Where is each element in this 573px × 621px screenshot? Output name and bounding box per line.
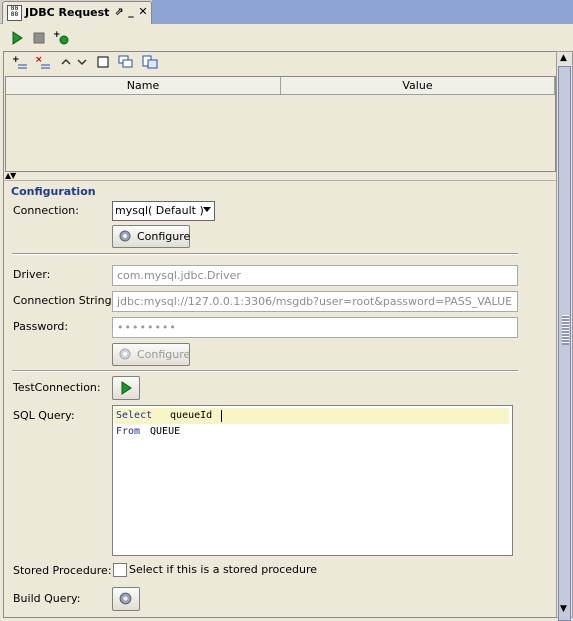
driver-field[interactable]: com.mysql.jdbc.Driver [112, 265, 518, 286]
connection-label: Connection: [13, 204, 79, 217]
pin-icon[interactable]: ⇗ [113, 5, 125, 19]
configure-disabled-label: Configure [137, 348, 191, 361]
gear-icon [119, 230, 131, 242]
stored-procedure-label: Stored Procedure: [13, 564, 112, 577]
connection-select-value: mysql( Default ) [115, 204, 204, 217]
move-down-icon[interactable] [77, 55, 87, 73]
column-header-value[interactable]: Value [281, 77, 555, 95]
minimize-icon[interactable]: _ [125, 5, 137, 19]
configure-button-label: Configure [137, 230, 191, 243]
stop-icon[interactable] [31, 30, 47, 46]
jdbc-icon: 88 88 [7, 5, 22, 21]
play-icon [121, 381, 132, 395]
params-table[interactable]: Name Value [5, 76, 556, 172]
close-icon[interactable]: ✕ [137, 5, 149, 19]
svg-text:+: + [53, 30, 61, 40]
chevron-down-icon [203, 207, 211, 212]
driver-value: com.mysql.jdbc.Driver [117, 269, 241, 282]
copy-icon[interactable] [118, 55, 134, 73]
sql-keyword-from: From [116, 426, 141, 437]
vertical-scrollbar[interactable]: ▲ ▼ [556, 51, 573, 621]
scroll-down-icon[interactable]: ▼ [560, 604, 567, 614]
configure-button[interactable]: Configure [112, 225, 190, 248]
test-connection-button[interactable] [112, 376, 140, 400]
column-header-name[interactable]: Name [6, 77, 281, 95]
build-query-label: Build Query: [13, 592, 81, 605]
tab-bar: 88 88 JDBC Request ⇗ _ ✕ [0, 0, 573, 24]
splitter-line[interactable] [3, 180, 556, 181]
main-toolbar: + [0, 24, 573, 50]
password-label: Password: [13, 320, 69, 333]
clear-icon[interactable] [96, 55, 110, 73]
sql-line1-rest: queueId [158, 410, 213, 421]
connection-string-field[interactable]: jdbc:mysql://127.0.0.1:3306/msgdb?user=r… [112, 291, 518, 312]
remove-param-icon[interactable]: × [35, 55, 51, 73]
password-field[interactable]: •••••••• [112, 317, 518, 338]
add-param-icon[interactable]: + [12, 55, 28, 73]
sql-query-label: SQL Query: [13, 409, 75, 422]
configure-disabled-button[interactable]: Configure [112, 343, 190, 366]
sql-keyword-select: Select [116, 410, 153, 421]
password-value: •••••••• [117, 321, 177, 334]
splitter-arrows-icon[interactable]: ▲▼ [5, 171, 16, 180]
test-connection-label: TestConnection: [13, 381, 101, 394]
stored-procedure-checkbox-label[interactable]: Select if this is a stored procedure [129, 563, 317, 576]
paste-icon[interactable] [142, 55, 158, 73]
play-icon[interactable] [9, 30, 25, 46]
gear-icon [119, 592, 132, 605]
gear-icon [119, 348, 131, 360]
connection-select[interactable]: mysql( Default ) [112, 201, 215, 221]
tab-strip [152, 0, 573, 23]
move-up-icon[interactable] [61, 55, 71, 73]
connection-string-label: Connection String: [13, 294, 116, 307]
build-query-button[interactable] [112, 587, 140, 611]
text-cursor [221, 410, 222, 422]
driver-label: Driver: [13, 268, 51, 281]
svg-text:×: × [35, 55, 43, 65]
divider [12, 370, 518, 372]
tab-title: JDBC Request [25, 6, 110, 19]
configuration-title: Configuration [11, 185, 96, 198]
svg-text:+: + [12, 55, 20, 65]
scroll-thumb[interactable] [558, 66, 571, 621]
divider [12, 253, 518, 255]
connection-string-value: jdbc:mysql://127.0.0.1:3306/msgdb?user=r… [117, 295, 513, 308]
add-run-icon[interactable]: + [53, 29, 69, 45]
sql-query-editor[interactable]: Select queueId From QUEUE [112, 405, 513, 556]
tab-jdbc-request[interactable]: 88 88 JDBC Request ⇗ _ ✕ [2, 1, 152, 24]
sql-line2-rest: QUEUE [144, 426, 181, 437]
params-toolbar: + × [8, 55, 188, 71]
scroll-up-icon[interactable]: ▲ [560, 53, 567, 63]
stored-procedure-checkbox[interactable] [113, 563, 127, 577]
